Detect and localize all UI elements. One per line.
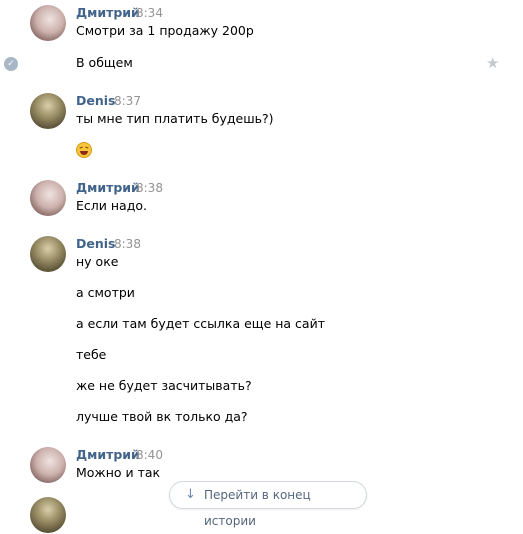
message-text: ну оке: [76, 254, 119, 269]
avatar[interactable]: [30, 180, 66, 216]
message-text: Можно и так: [76, 465, 161, 480]
author-name[interactable]: Denis: [76, 93, 115, 109]
avatar[interactable]: [30, 447, 66, 483]
author-name[interactable]: Denis: [76, 236, 115, 252]
message-text: тебе: [76, 347, 107, 362]
message-text: ты мне тип платить будешь?): [76, 111, 274, 126]
message-text: а смотри: [76, 285, 135, 300]
author-name[interactable]: Дмитрий: [76, 447, 140, 463]
message-emoji: [76, 141, 92, 158]
message-text: лучше твой вк только да?: [76, 409, 248, 424]
author-name[interactable]: Дмитрий: [76, 180, 140, 196]
avatar[interactable]: [30, 236, 66, 272]
scroll-to-end-label: Перейти в конец истории: [204, 488, 311, 528]
message-time[interactable]: 8:38: [114, 236, 141, 252]
grinning-squint-emoji-icon: [76, 141, 92, 158]
message-text: же не будет засчитывать?: [76, 378, 252, 393]
message-text: а если там будет ссылка еще на сайт: [76, 316, 325, 331]
message-text: Если надо.: [76, 198, 147, 213]
message-text: Смотри за 1 продажу 200р: [76, 23, 254, 38]
author-name[interactable]: Дмитрий: [76, 5, 140, 21]
avatar[interactable]: [30, 5, 66, 41]
message-time[interactable]: 8:38: [136, 180, 163, 196]
avatar[interactable]: [30, 93, 66, 129]
check-circle-icon[interactable]: ✓: [4, 57, 18, 71]
message-time[interactable]: 8:34: [136, 5, 163, 21]
message-text: В общем: [76, 55, 133, 70]
arrow-down-icon: ↓: [185, 487, 196, 502]
star-icon[interactable]: ★: [486, 55, 499, 71]
scroll-to-end-button[interactable]: ↓ Перейти в конец истории: [169, 481, 367, 528]
avatar[interactable]: [30, 497, 66, 533]
message-time[interactable]: 8:37: [114, 93, 141, 109]
message-time[interactable]: 8:40: [136, 447, 163, 463]
